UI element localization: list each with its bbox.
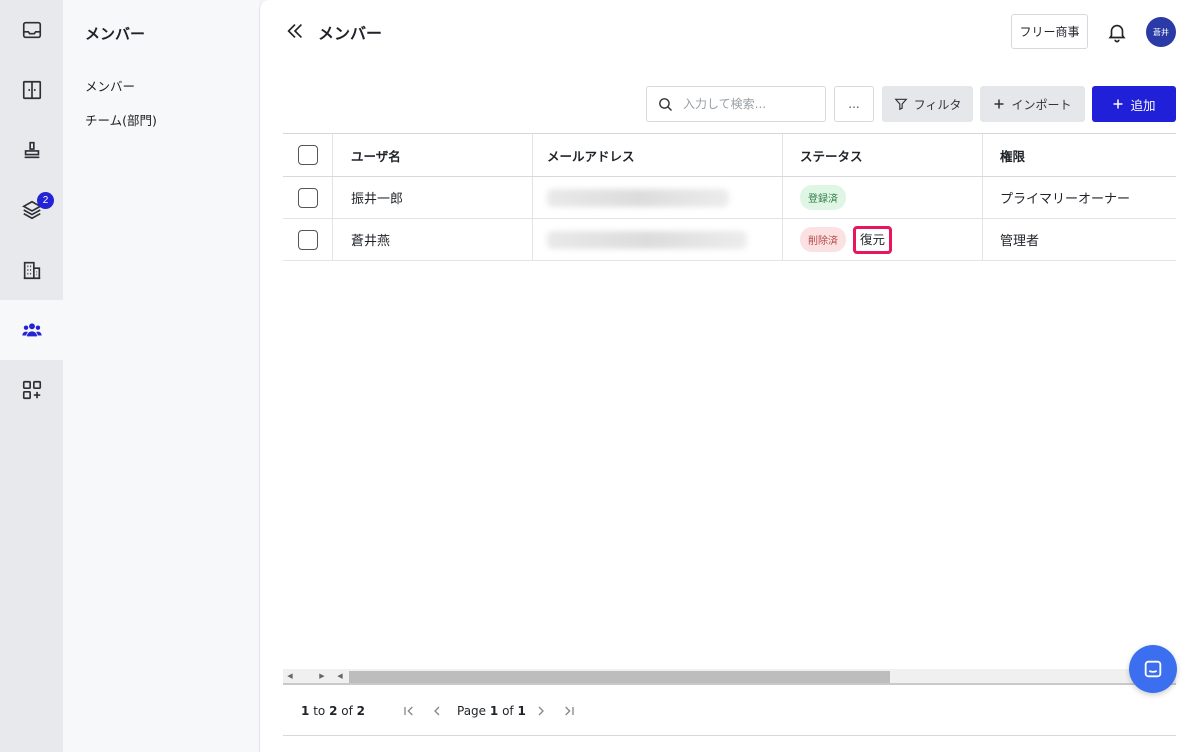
- table-row[interactable]: 振井一郎 登録済 プライマリーオーナー: [283, 177, 1176, 219]
- rail-item-apps[interactable]: [0, 360, 63, 420]
- pagination: 1 to 2 of 2 Page 1 of 1: [283, 686, 1176, 736]
- row-checkbox-cell: [283, 219, 333, 260]
- page-title: メンバー: [318, 24, 383, 43]
- table-row[interactable]: 蒼井燕 削除済 復元 管理者: [283, 219, 1176, 261]
- more-button[interactable]: ...: [834, 86, 874, 122]
- status-cell: 登録済: [783, 177, 983, 218]
- page-header: メンバー フリー商事 蒼井: [260, 0, 1197, 64]
- plus-icon: [994, 99, 1004, 109]
- column-header-status[interactable]: ステータス: [783, 134, 983, 176]
- plus-icon: [1113, 99, 1123, 109]
- prev-page-icon[interactable]: [429, 703, 445, 719]
- building-icon: [23, 261, 40, 280]
- username-cell: 蒼井燕: [333, 219, 533, 260]
- status-badge: 削除済: [800, 227, 846, 252]
- table-header-row: ユーザ名 メールアドレス ステータス 権限: [283, 133, 1176, 177]
- secondary-nav: メンバー メンバー チーム(部門): [63, 0, 259, 752]
- redacted-email: [547, 188, 729, 207]
- first-page-icon[interactable]: [401, 703, 417, 719]
- column-header-username[interactable]: ユーザ名: [333, 134, 533, 176]
- scroll-right-icon[interactable]: ▶: [315, 669, 329, 683]
- column-header-email[interactable]: メールアドレス: [533, 134, 783, 176]
- icon-rail: 2: [0, 0, 63, 752]
- scroll-left-icon[interactable]: ◀: [333, 669, 347, 683]
- chat-icon: [1144, 660, 1162, 678]
- rail-item-stamp[interactable]: [0, 120, 63, 180]
- inbox-icon: [22, 21, 41, 39]
- scroll-left-icon[interactable]: ◀: [283, 669, 297, 683]
- role-cell: 管理者: [1000, 234, 1040, 249]
- header-checkbox-cell: [283, 134, 333, 176]
- notification-badge: 2: [37, 192, 54, 209]
- rail-item-building[interactable]: [0, 240, 63, 300]
- next-page-icon[interactable]: [533, 703, 549, 719]
- column-header-role[interactable]: 権限: [983, 134, 1176, 176]
- rail-item-layout[interactable]: [0, 60, 63, 120]
- rail-item-layers[interactable]: 2: [0, 180, 63, 240]
- subnav-item-teams[interactable]: チーム(部門): [85, 110, 157, 129]
- search-icon: [659, 98, 673, 112]
- last-page-icon[interactable]: [561, 703, 577, 719]
- row-checkbox[interactable]: [297, 229, 318, 250]
- members-table: ユーザ名 メールアドレス ステータス 権限 振井一郎 登録済 プライマリーオーナ…: [283, 133, 1176, 261]
- page-indicator: Page 1 of 1: [457, 704, 526, 718]
- filter-button[interactable]: フィルタ: [882, 86, 973, 122]
- members-icon: [21, 323, 42, 337]
- email-cell: [533, 219, 783, 260]
- apps-add-icon: [22, 380, 41, 400]
- username-cell: 振井一郎: [333, 177, 533, 218]
- add-member-button[interactable]: 追加: [1092, 86, 1176, 122]
- row-checkbox-cell: [283, 177, 333, 218]
- subnav-item-members[interactable]: メンバー: [85, 76, 135, 95]
- import-label: インポート: [1011, 97, 1072, 112]
- search-box[interactable]: [646, 86, 826, 122]
- filter-icon: [894, 98, 908, 111]
- rail-item-members[interactable]: [0, 300, 63, 360]
- collapse-sidebar-icon[interactable]: [284, 20, 306, 42]
- status-badge: 登録済: [800, 185, 846, 210]
- search-input[interactable]: [683, 94, 819, 114]
- status-cell: 削除済 復元: [783, 219, 983, 260]
- stamp-icon: [24, 141, 39, 159]
- redacted-email: [547, 230, 747, 249]
- email-cell: [533, 177, 783, 218]
- scrollbar-thumb[interactable]: [349, 671, 890, 683]
- organization-button[interactable]: フリー商事: [1011, 14, 1088, 49]
- restore-button[interactable]: 復元: [853, 225, 893, 254]
- horizontal-scrollbar[interactable]: ◀ ▶ ◀: [283, 669, 1176, 685]
- subnav-title: メンバー: [85, 25, 146, 43]
- role-cell: プライマリーオーナー: [1000, 192, 1131, 207]
- layout-icon: [22, 80, 41, 100]
- row-checkbox[interactable]: [297, 187, 318, 208]
- select-all-checkbox[interactable]: [297, 145, 318, 165]
- filter-label: フィルタ: [913, 97, 962, 112]
- avatar[interactable]: 蒼井: [1146, 17, 1176, 47]
- import-button[interactable]: インポート: [980, 86, 1085, 122]
- bell-icon[interactable]: [1106, 21, 1128, 43]
- main-panel: メンバー フリー商事 蒼井 ... フィルタ インポート 追加 ユーザ名 メール…: [259, 0, 1197, 752]
- add-label: 追加: [1130, 97, 1156, 113]
- rail-item-inbox[interactable]: [0, 0, 63, 60]
- row-count-summary: 1 to 2 of 2: [301, 704, 366, 718]
- chat-button[interactable]: [1129, 645, 1177, 693]
